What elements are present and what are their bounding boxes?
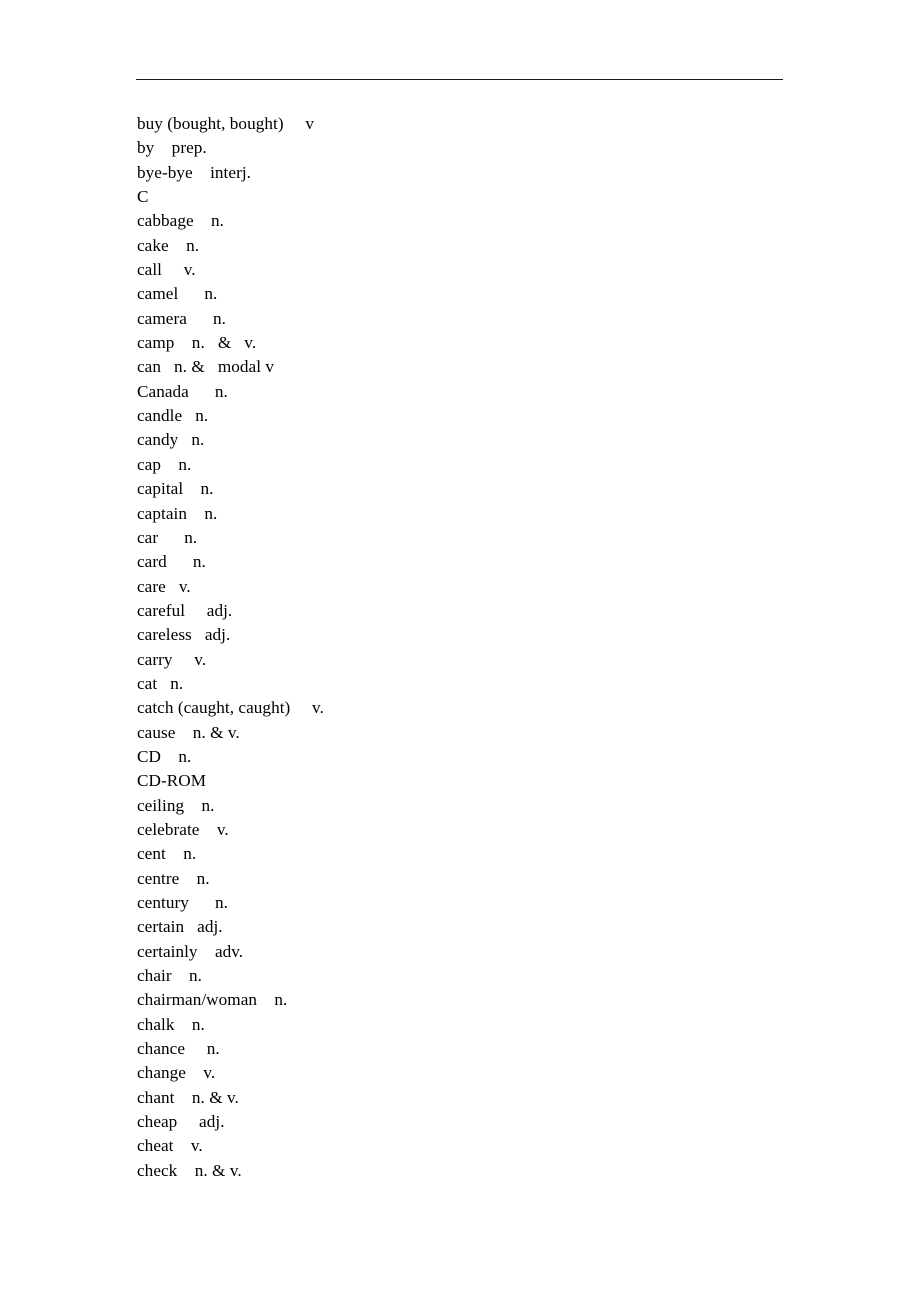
vocabulary-entry: careful adj. xyxy=(137,600,233,620)
vocabulary-entry: careless adj. xyxy=(137,625,231,645)
vocabulary-entry: CD n. xyxy=(137,746,192,766)
document-page: buy (bought, bought) v by prep. bye-bye in… xyxy=(0,0,920,1302)
vocabulary-entry: CD-ROM xyxy=(137,771,207,791)
vocabulary-entry: cabbage n. xyxy=(137,211,225,231)
vocabulary-entry: capital n. xyxy=(137,479,214,499)
vocabulary-entry: care v. xyxy=(137,576,191,596)
vocabulary-entry: ceiling n. xyxy=(137,795,215,815)
vocabulary-entry: camp n. & v. xyxy=(137,333,257,353)
vocabulary-entry: cheat v. xyxy=(137,1136,203,1156)
vocabulary-entry: chant n. & v. xyxy=(137,1087,239,1107)
header-horizontal-rule xyxy=(136,79,783,80)
vocabulary-entry: buy (bought, bought) v xyxy=(137,114,314,133)
vocabulary-entry: cake n. xyxy=(137,235,200,255)
vocabulary-entry: captain n. xyxy=(137,503,218,523)
vocabulary-entry: cause n. & v. xyxy=(137,722,240,742)
vocabulary-entry: camel n. xyxy=(137,284,218,304)
vocabulary-entry: cheap adj. xyxy=(137,1112,225,1132)
vocabulary-entry: chance n. xyxy=(137,1039,220,1059)
vocabulary-entry: camera n. xyxy=(137,308,226,328)
vocabulary-entry: celebrate v. xyxy=(137,819,229,839)
vocabulary-entry: C xyxy=(137,187,149,207)
vocabulary-entry-list: buy (bought, bought) v by prep. bye-bye in… xyxy=(137,112,837,1183)
vocabulary-entry: carry v. xyxy=(137,649,207,669)
vocabulary-entry: chair n. xyxy=(137,966,202,986)
vocabulary-entry: catch (caught, caught) v. xyxy=(137,698,324,718)
vocabulary-entry: centre n. xyxy=(137,868,210,888)
vocabulary-entry: cent n. xyxy=(137,844,197,864)
vocabulary-entry: cap n. xyxy=(137,454,192,474)
vocabulary-entry: chairman/woman n. xyxy=(137,990,288,1010)
vocabulary-entry: certainly adv. xyxy=(137,941,244,961)
vocabulary-entry: card n. xyxy=(137,552,206,572)
vocabulary-entry: cat n. xyxy=(137,673,184,693)
vocabulary-entry: candy n. xyxy=(137,430,205,450)
vocabulary-entry: candle n. xyxy=(137,406,209,426)
vocabulary-entry: car n. xyxy=(137,527,198,547)
vocabulary-entry: can n. & modal v xyxy=(137,357,275,377)
vocabulary-entry: certain adj. xyxy=(137,917,223,937)
vocabulary-entry: by prep. xyxy=(137,138,207,158)
vocabulary-entry: century n. xyxy=(137,893,228,912)
vocabulary-entry: chalk n. xyxy=(137,1014,205,1034)
vocabulary-entry: bye-bye interj. xyxy=(137,162,252,182)
vocabulary-entry: check n. & v. xyxy=(137,1160,242,1180)
vocabulary-entry: change v. xyxy=(137,1063,216,1083)
vocabulary-entry: Canada n. xyxy=(137,381,228,401)
vocabulary-entry: call v. xyxy=(137,260,196,280)
